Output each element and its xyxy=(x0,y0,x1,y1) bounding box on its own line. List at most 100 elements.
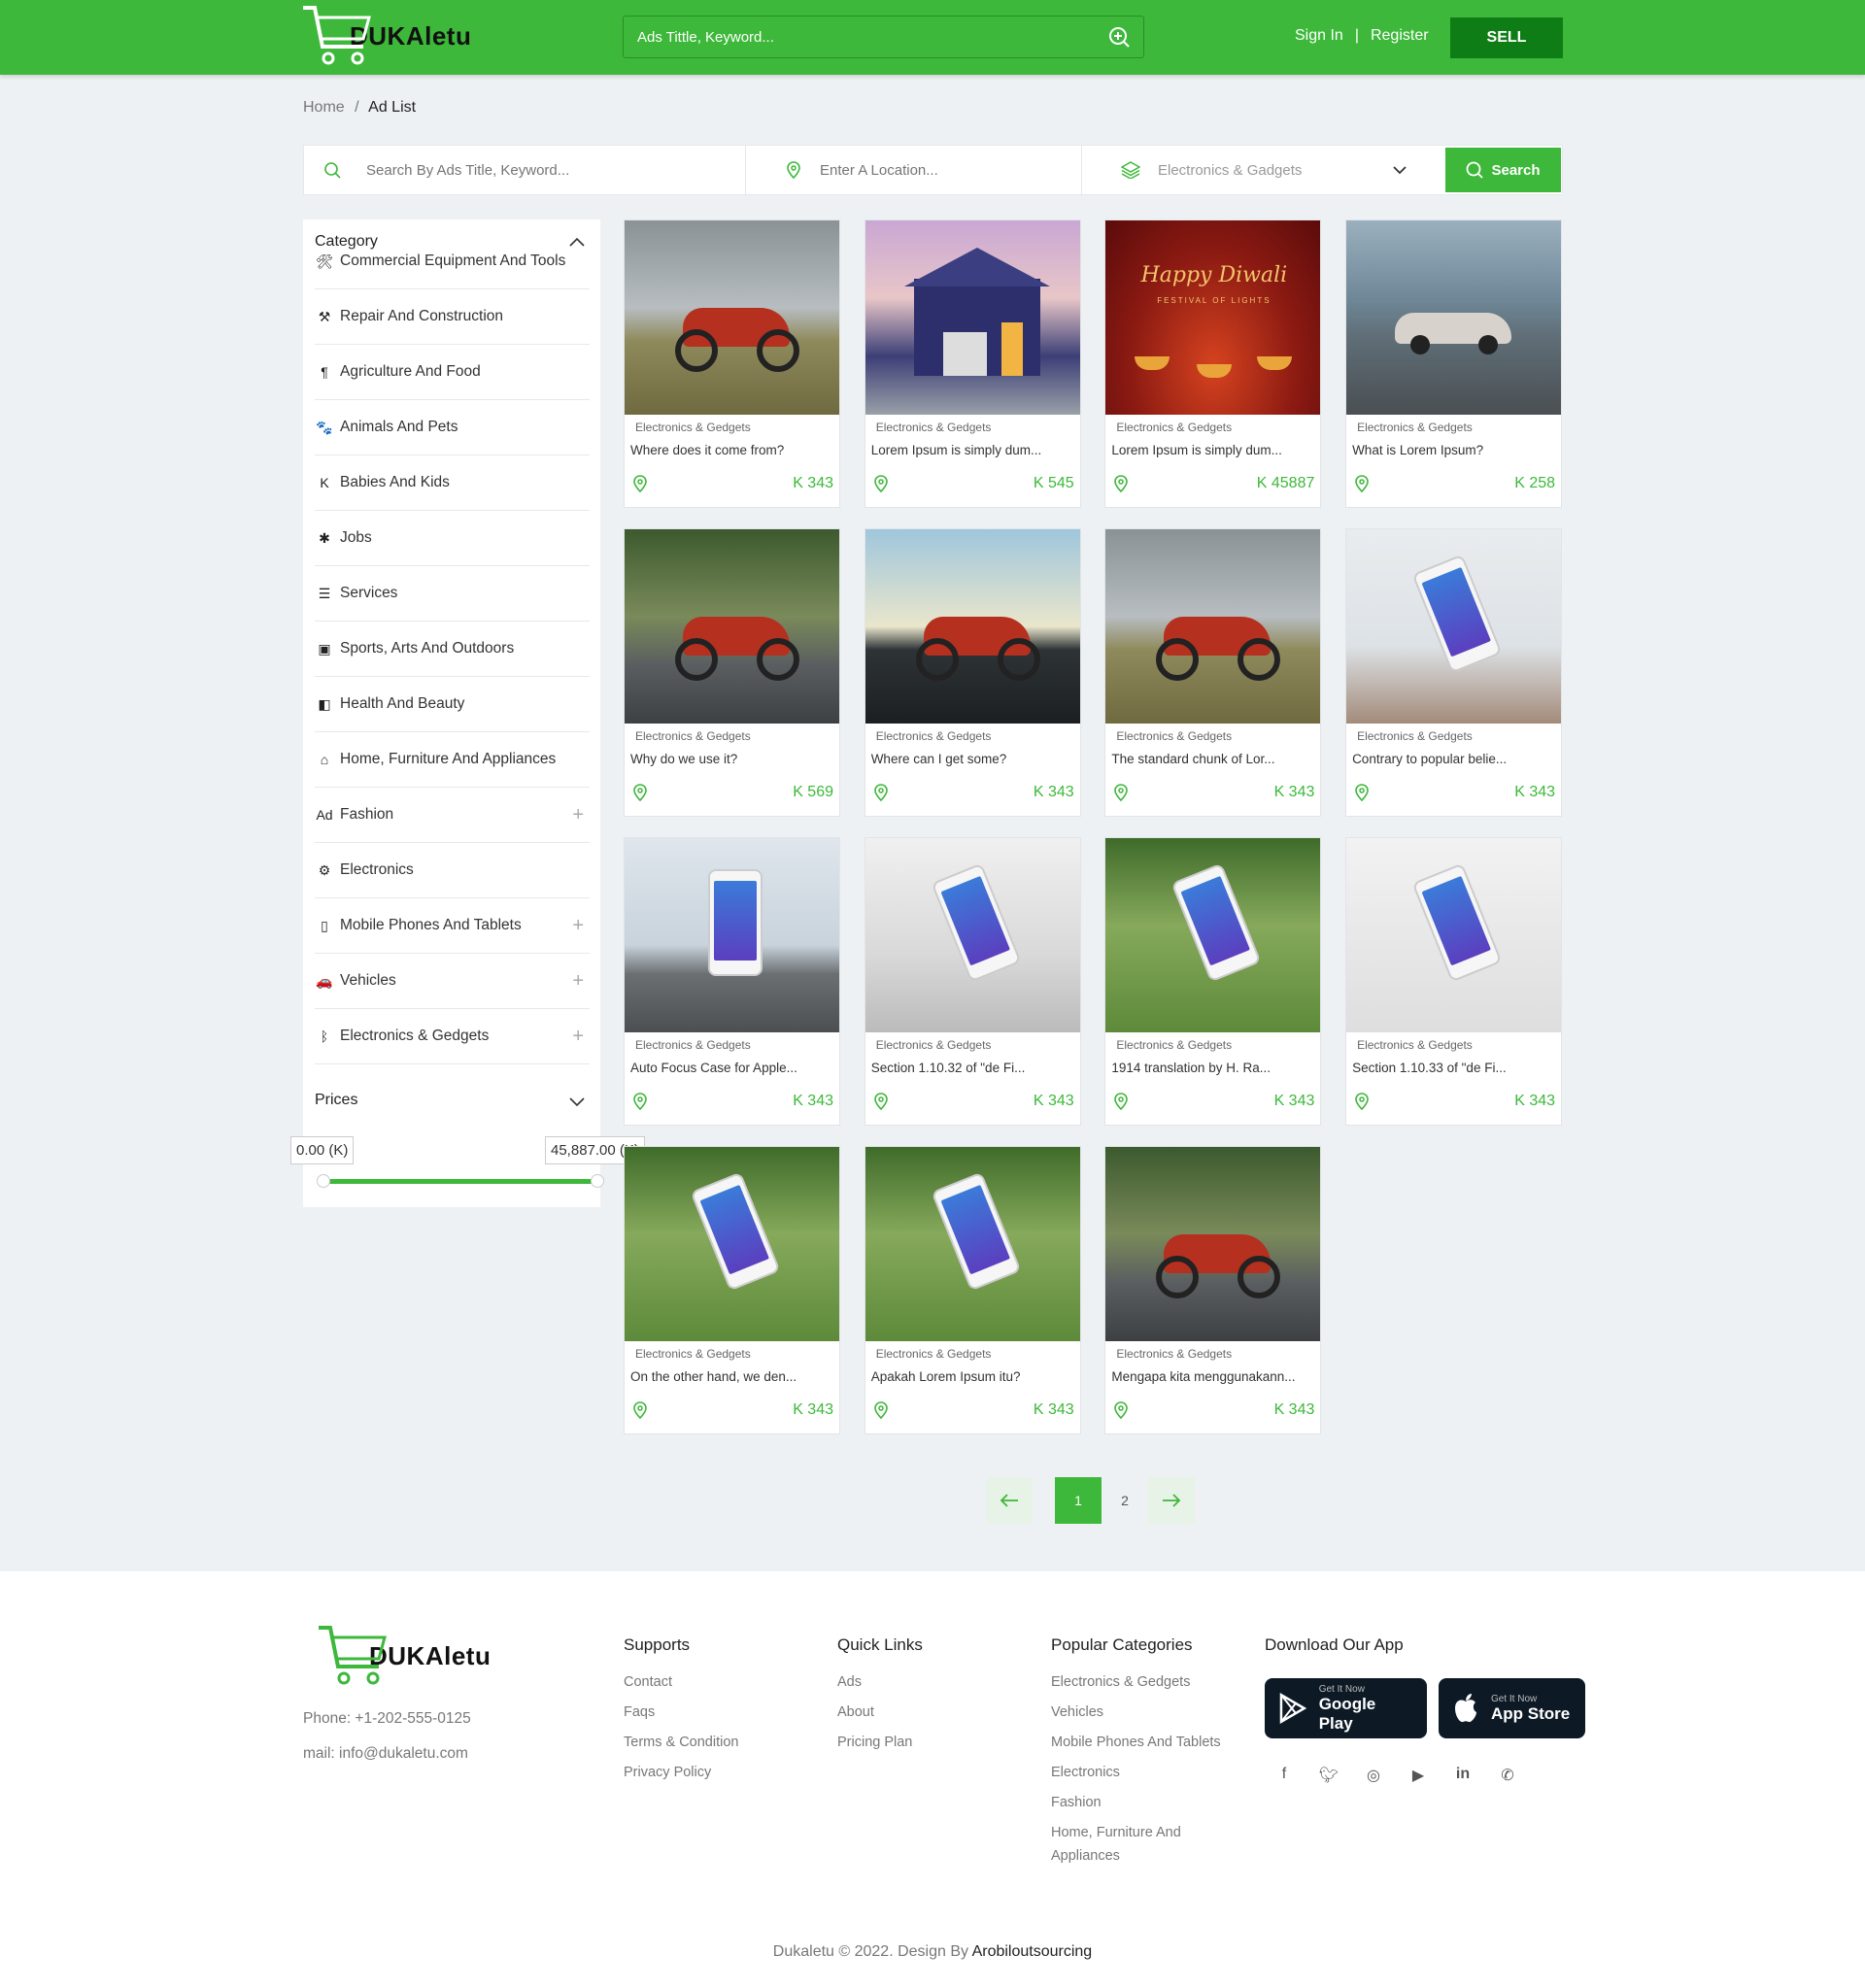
ad-card[interactable]: Electronics & Gedgets The standard chunk … xyxy=(1104,528,1322,817)
ad-title[interactable]: Why do we use it? xyxy=(630,752,834,766)
ad-title[interactable]: What is Lorem Ipsum? xyxy=(1352,443,1556,457)
next-page-button[interactable] xyxy=(1148,1477,1195,1524)
sidebar-category-item[interactable]: 🛠 Commercial Equipment And Tools xyxy=(315,234,590,289)
sell-button[interactable]: SELL xyxy=(1450,17,1563,58)
header-search-input[interactable] xyxy=(637,28,1108,46)
ad-card[interactable]: Happy Diwali FESTIVAL OF LIGHTS Electronic… xyxy=(1104,219,1322,508)
ad-card[interactable]: Electronics & Gedgets What is Lorem Ipsum… xyxy=(1345,219,1563,508)
prev-page-button[interactable] xyxy=(986,1477,1033,1524)
footer-link-ads[interactable]: Ads xyxy=(837,1674,923,1690)
youtube-icon[interactable]: ▶ xyxy=(1407,1766,1429,1785)
linkedin-icon[interactable]: in xyxy=(1452,1766,1474,1785)
ad-card[interactable]: Electronics & Gedgets Lorem Ipsum is simp… xyxy=(864,219,1081,508)
footer-cat-link[interactable]: Vehicles xyxy=(1051,1704,1245,1720)
ad-image[interactable] xyxy=(1105,1147,1321,1341)
site-logo[interactable]: DUKAletu xyxy=(301,2,471,70)
designer-link[interactable]: Arobiloutsourcing xyxy=(972,1943,1093,1960)
ad-title[interactable]: The standard chunk of Lor... xyxy=(1111,752,1315,766)
sidebar-category-item[interactable]: ▣ Sports, Arts And Outdoors xyxy=(315,622,590,677)
ad-title[interactable]: Lorem Ipsum is simply dum... xyxy=(871,443,1075,457)
ad-card[interactable]: Electronics & Gedgets Contrary to popular… xyxy=(1345,528,1563,817)
ad-card[interactable]: Electronics & Gedgets 1914 translation by… xyxy=(1104,837,1322,1126)
footer-link-terms[interactable]: Terms & Condition xyxy=(624,1735,738,1750)
ad-card[interactable]: Electronics & Gedgets Where does it come … xyxy=(624,219,840,508)
sidebar-category-item[interactable]: ⚙ Electronics xyxy=(315,843,590,898)
sidebar-category-item[interactable]: ☰ Services xyxy=(315,566,590,622)
location-input[interactable] xyxy=(820,161,1063,179)
sidebar-category-item[interactable]: ⚒ Repair And Construction xyxy=(315,289,590,345)
ad-card[interactable]: Electronics & Gedgets Section 1.10.32 of … xyxy=(864,837,1081,1126)
ad-image[interactable] xyxy=(865,1147,1080,1341)
chevron-down-icon[interactable] xyxy=(569,1097,585,1107)
expand-plus-icon[interactable]: + xyxy=(572,804,584,826)
ad-title[interactable]: Mengapa kita menggunakann... xyxy=(1111,1369,1315,1384)
breadcrumb-home[interactable]: Home xyxy=(303,99,345,116)
whatsapp-icon[interactable]: ✆ xyxy=(1497,1766,1518,1785)
ad-title[interactable]: Where can I get some? xyxy=(871,752,1075,766)
ad-image[interactable] xyxy=(1105,838,1321,1032)
ad-image[interactable] xyxy=(625,220,839,415)
sidebar-category-item[interactable]: ▯ Mobile Phones And Tablets + xyxy=(315,898,590,954)
ad-card[interactable]: Electronics & Gedgets Why do we use it? K … xyxy=(624,528,840,817)
page-1-button[interactable]: 1 xyxy=(1055,1477,1102,1524)
keyword-input[interactable] xyxy=(366,161,716,179)
footer-link-privacy[interactable]: Privacy Policy xyxy=(624,1765,738,1780)
ad-card[interactable]: Electronics & Gedgets Auto Focus Case for… xyxy=(624,837,840,1126)
ad-card[interactable]: Electronics & Gedgets Apakah Lorem Ipsum … xyxy=(864,1146,1081,1434)
ad-image[interactable] xyxy=(1105,529,1321,724)
ad-image[interactable] xyxy=(1346,838,1562,1032)
sign-in-link[interactable]: Sign In xyxy=(1295,27,1343,45)
price-max-handle[interactable] xyxy=(591,1174,604,1188)
sidebar-category-item[interactable]: ◧ Health And Beauty xyxy=(315,677,590,732)
google-play-button[interactable]: Get It Now Google Play xyxy=(1265,1678,1427,1738)
sidebar-category-item[interactable]: 🚗 Vehicles + xyxy=(315,954,590,1009)
ad-title[interactable]: Section 1.10.32 of "de Fi... xyxy=(871,1061,1075,1075)
footer-link-faqs[interactable]: Faqs xyxy=(624,1704,738,1720)
ad-card[interactable]: Electronics & Gedgets Where can I get som… xyxy=(864,528,1081,817)
expand-plus-icon[interactable]: + xyxy=(572,1026,584,1048)
ad-card[interactable]: Electronics & Gedgets Section 1.10.33 of … xyxy=(1345,837,1563,1126)
ad-image[interactable] xyxy=(1346,529,1562,724)
footer-logo[interactable]: DUKAletu xyxy=(317,1622,491,1690)
category-select[interactable]: Electronics & Gadgets xyxy=(1082,146,1441,194)
ad-title[interactable]: Auto Focus Case for Apple... xyxy=(630,1061,834,1075)
register-link[interactable]: Register xyxy=(1371,27,1429,45)
ad-title[interactable]: Lorem Ipsum is simply dum... xyxy=(1111,443,1315,457)
ad-image[interactable]: Happy Diwali FESTIVAL OF LIGHTS xyxy=(1105,220,1321,415)
footer-cat-link[interactable]: Electronics & Gedgets xyxy=(1051,1674,1245,1690)
prices-heading[interactable]: Prices xyxy=(315,1092,357,1109)
footer-link-about[interactable]: About xyxy=(837,1704,923,1720)
footer-cat-link[interactable]: Mobile Phones And Tablets xyxy=(1051,1735,1245,1750)
ad-image[interactable] xyxy=(865,838,1080,1032)
zoom-search-icon[interactable] xyxy=(1108,26,1130,48)
ad-card[interactable]: Electronics & Gedgets On the other hand, … xyxy=(624,1146,840,1434)
facebook-icon[interactable]: f xyxy=(1273,1766,1295,1785)
ad-title[interactable]: Section 1.10.33 of "de Fi... xyxy=(1352,1061,1556,1075)
ad-image[interactable] xyxy=(865,529,1080,724)
sidebar-category-item[interactable]: Ad Fashion + xyxy=(315,788,590,843)
footer-link-pricing[interactable]: Pricing Plan xyxy=(837,1735,923,1750)
footer-cat-link[interactable]: Electronics xyxy=(1051,1765,1245,1780)
sidebar-category-item[interactable]: ¶ Agriculture And Food xyxy=(315,345,590,400)
sidebar-category-item[interactable]: ᛒ Electronics & Gedgets + xyxy=(315,1009,590,1064)
price-min-handle[interactable] xyxy=(317,1174,330,1188)
sidebar-category-item[interactable]: ⌂ Home, Furniture And Appliances xyxy=(315,732,590,788)
twitter-icon[interactable]: 🐦︎ xyxy=(1318,1766,1339,1785)
ad-title[interactable]: Where does it come from? xyxy=(630,443,834,457)
ad-title[interactable]: On the other hand, we den... xyxy=(630,1369,834,1384)
ad-card[interactable]: Electronics & Gedgets Mengapa kita menggu… xyxy=(1104,1146,1322,1434)
ad-image[interactable] xyxy=(625,1147,839,1341)
sidebar-category-item[interactable]: K Babies And Kids xyxy=(315,455,590,511)
footer-cat-link[interactable]: Home, Furniture And Appliances xyxy=(1051,1821,1206,1868)
ad-image[interactable] xyxy=(625,529,839,724)
ad-title[interactable]: Contrary to popular belie... xyxy=(1352,752,1556,766)
footer-cat-link[interactable]: Fashion xyxy=(1051,1795,1245,1810)
expand-plus-icon[interactable]: + xyxy=(572,970,584,993)
ad-title[interactable]: 1914 translation by H. Ra... xyxy=(1111,1061,1315,1075)
ad-title[interactable]: Apakah Lorem Ipsum itu? xyxy=(871,1369,1075,1384)
ad-image[interactable] xyxy=(1346,220,1562,415)
instagram-icon[interactable]: ◎ xyxy=(1363,1766,1384,1785)
ad-image[interactable] xyxy=(625,838,839,1032)
expand-plus-icon[interactable]: + xyxy=(572,915,584,937)
sidebar-category-item[interactable]: ✱ Jobs xyxy=(315,511,590,566)
